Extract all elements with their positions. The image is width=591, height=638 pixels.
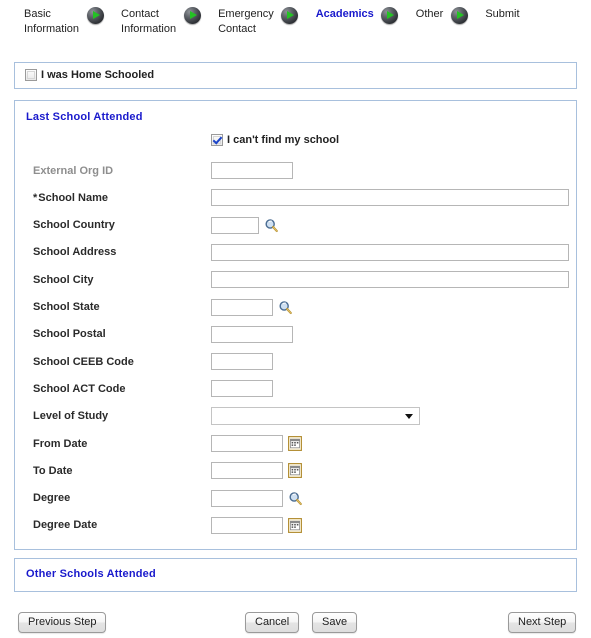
cancel-button[interactable]: Cancel (245, 612, 300, 633)
green-play-ball-icon (281, 7, 299, 24)
green-play-ball-icon (381, 7, 399, 24)
next-step-button[interactable]: Next Step (508, 612, 576, 633)
field-label-external-org-id: External Org ID (33, 164, 114, 177)
lookup-icon[interactable] (288, 491, 303, 506)
form-row: *School Name (15, 184, 576, 211)
save-button[interactable]: Save (312, 612, 358, 633)
field-label-to-date: To Date (33, 464, 73, 477)
home-schooled-checkbox-row[interactable]: I was Home Schooled (25, 69, 154, 81)
field-control (211, 462, 302, 480)
field-label-school-ceeb-code: School CEEB Code (33, 355, 134, 368)
form-row: School Postal (15, 321, 576, 348)
calendar-icon[interactable] (288, 463, 302, 479)
input-school-country[interactable] (211, 216, 259, 234)
field-control (211, 435, 302, 452)
field-control (211, 407, 420, 426)
step-link-other[interactable]: Other (404, 7, 446, 22)
green-play-ball-icon (450, 7, 468, 24)
previous-step-button[interactable]: Previous Step (18, 612, 107, 633)
lookup-icon[interactable] (264, 218, 279, 233)
select-level-of-study[interactable] (211, 407, 420, 426)
input-school-name[interactable] (211, 189, 569, 207)
step-separator-1 (81, 7, 109, 24)
field-label-school-name: *School Name (33, 192, 203, 204)
step-separator-3 (276, 7, 304, 24)
cant-find-school-checkbox-row[interactable]: I can't find my school (211, 134, 339, 146)
input-school-postal[interactable] (211, 325, 293, 343)
field-control (211, 189, 569, 207)
input-degree[interactable] (211, 489, 283, 507)
field-control (211, 271, 569, 289)
field-label-degree: Degree (33, 492, 71, 505)
form-row: School Address (15, 239, 576, 266)
input-school-city[interactable] (211, 271, 569, 289)
field-control (211, 353, 273, 371)
field-control (211, 325, 293, 343)
home-schooled-checkbox[interactable] (25, 69, 37, 81)
step-separator-5 (445, 7, 473, 24)
calendar-icon[interactable] (288, 517, 302, 533)
field-label-level-of-study: Level of Study (33, 410, 109, 423)
field-control (211, 380, 273, 398)
calendar-icon[interactable] (288, 436, 302, 451)
last-school-attended-panel: Last School Attended I can't find my sch… (14, 100, 577, 550)
field-label-degree-date: Degree Date (33, 519, 98, 532)
field-control (211, 162, 293, 179)
field-label-text: School Name (38, 191, 108, 204)
lookup-icon[interactable] (278, 300, 293, 315)
step-link-basic-information[interactable]: Basic Information (0, 7, 81, 37)
other-schools-attended-title: Other Schools Attended (26, 568, 156, 580)
form-row: School Country (15, 212, 576, 239)
field-label-school-address: School Address (33, 246, 117, 259)
form-row: School State (15, 294, 576, 321)
field-control (211, 489, 303, 507)
input-school-address[interactable] (211, 243, 569, 261)
form-row: Degree (15, 485, 576, 512)
form-row: From Date (15, 430, 576, 457)
input-degree-date[interactable] (211, 516, 283, 534)
other-schools-attended-panel: Other Schools Attended (14, 558, 577, 592)
green-play-ball-icon (183, 7, 201, 24)
cant-find-school-label: I can't find my school (227, 134, 340, 146)
home-schooled-label: I was Home Schooled (41, 69, 155, 81)
input-from-date[interactable] (211, 435, 283, 452)
field-label-school-country: School Country (33, 219, 115, 232)
step-navigation: Basic Information Contact Information Emer… (0, 0, 591, 48)
green-play-ball-icon (86, 7, 104, 24)
select-wrapper (211, 407, 420, 426)
button-bar: Previous Step Cancel Save Next Step (0, 604, 591, 638)
last-school-attended-title: Last School Attended (26, 111, 143, 123)
cant-find-school-checkbox[interactable] (211, 134, 223, 146)
input-to-date[interactable] (211, 462, 283, 480)
required-marker: * (33, 191, 38, 204)
field-control (211, 516, 302, 534)
step-link-emergency-contact[interactable]: Emergency Contact (206, 7, 276, 37)
step-link-contact-information[interactable]: Contact Information (109, 7, 178, 37)
field-label-school-city: School City (33, 273, 94, 286)
form-row: School CEEB Code (15, 348, 576, 375)
form-row: Level of Study (15, 403, 576, 430)
form-row: Degree Date (15, 512, 576, 539)
step-separator-2 (178, 7, 206, 24)
step-separator-4 (376, 7, 404, 24)
form-row: School City (15, 266, 576, 293)
field-control (211, 298, 293, 316)
step-link-submit[interactable]: Submit (473, 7, 521, 22)
field-label-school-postal: School Postal (33, 328, 106, 341)
form-row: External Org ID (15, 157, 576, 184)
field-label-from-date: From Date (33, 437, 88, 450)
step-link-academics[interactable]: Academics (304, 7, 376, 22)
input-school-state[interactable] (211, 298, 273, 316)
input-school-ceeb-code[interactable] (211, 353, 273, 371)
home-schooled-panel: I was Home Schooled (14, 62, 577, 89)
field-label-school-act-code: School ACT Code (33, 382, 126, 395)
field-label-school-state: School State (33, 301, 100, 313)
field-control (211, 243, 569, 261)
input-school-act-code[interactable] (211, 380, 273, 398)
form-row: To Date (15, 457, 576, 484)
form-row: School ACT Code (15, 375, 576, 402)
field-control (211, 216, 279, 234)
input-external-org-id (211, 162, 293, 179)
